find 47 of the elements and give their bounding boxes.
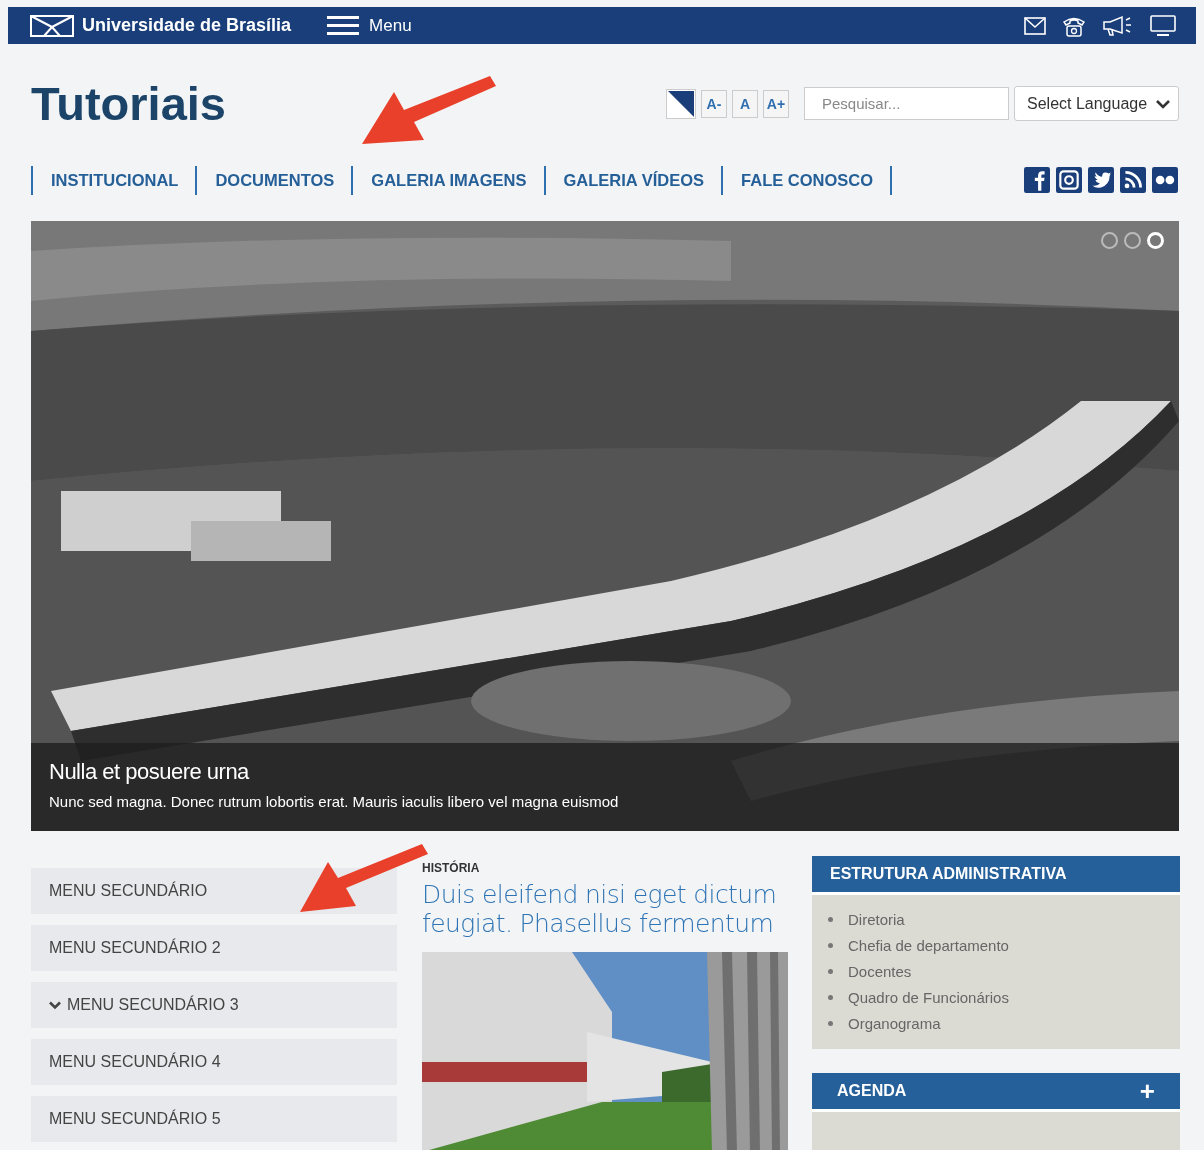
expand-button[interactable]: + [1139,1075,1155,1107]
bullet-icon [828,1020,833,1026]
caption-text: Nunc sed magna. Donec rutrum lobortis erat. Mauris iaculis libero vel magna euismod [49,793,620,810]
nav-link[interactable]: GALERIA VÍDEOS [545,165,724,195]
bullet-icon [828,994,833,1000]
rss-feed-icon[interactable] [1119,167,1147,193]
panel-link[interactable]: Docentes [848,962,912,980]
nav-link[interactable]: INSTITUCIONAL [33,165,198,195]
envelope-logo-icon [30,14,74,37]
f-logo-icon[interactable] [1023,167,1051,193]
panel-title: ESTRUTURA ADMINISTRATIVA [830,865,1067,883]
mail-icon[interactable] [1024,16,1046,35]
panel-link[interactable]: Diretoria [848,910,905,928]
caption-title: Nulla et posuere urna [49,759,251,785]
panel-title: AGENDA [837,1082,907,1100]
nav-link[interactable]: GALERIA IMAGENS [353,165,546,195]
secondary-menu-item[interactable]: MENU SECUNDÁRIO 4 [31,1039,397,1085]
bird-icon[interactable] [1087,167,1115,193]
panel-link[interactable]: Organograma [848,1014,941,1032]
nav-link[interactable]: DOCUMENTOS [197,165,354,195]
article-category: HISTÓRIA [422,861,481,875]
font-size-button[interactable]: A- [701,89,727,118]
panel-link[interactable]: Chefia de departamento [848,936,1009,954]
font-size-button[interactable]: A [732,89,758,118]
nav-link[interactable]: FALE CONOSCO [723,165,893,195]
megaphone-icon[interactable] [1102,14,1134,37]
contrast-toggle-icon[interactable] [666,88,696,119]
font-size-button[interactable]: A+ [763,89,789,118]
bullet-icon [828,916,833,922]
menu-icon [327,14,360,37]
language-select[interactable]: Select Language [1014,86,1179,121]
secondary-menu-item[interactable]: MENU SECUNDÁRIO 3 [31,982,397,1028]
camera-icon[interactable] [1055,167,1083,193]
menu-button[interactable]: Menu [327,14,412,37]
chevron-down-icon [49,1000,61,1010]
monitor-icon[interactable] [1150,14,1176,37]
two-dots-icon[interactable] [1151,167,1179,193]
search-field[interactable]: Pesquisar... [804,87,1009,120]
site-title: Tutoriais [31,75,226,131]
secondary-menu-item[interactable]: MENU SECUNDÁRIO 2 [31,925,397,971]
chevron-down-icon [1156,98,1170,109]
secondary-menu-item[interactable]: MENU SECUNDÁRIO 5 [31,1096,397,1142]
article-title[interactable]: Duis eleifend nisi eget dictum feugiat. Phasellus fermentum [422,880,788,938]
panel-link[interactable]: Quadro de Funcionários [848,988,1009,1006]
university-name[interactable]: Universidade de Brasília [82,15,292,36]
bullet-icon [828,942,833,948]
bullet-icon [828,968,833,974]
